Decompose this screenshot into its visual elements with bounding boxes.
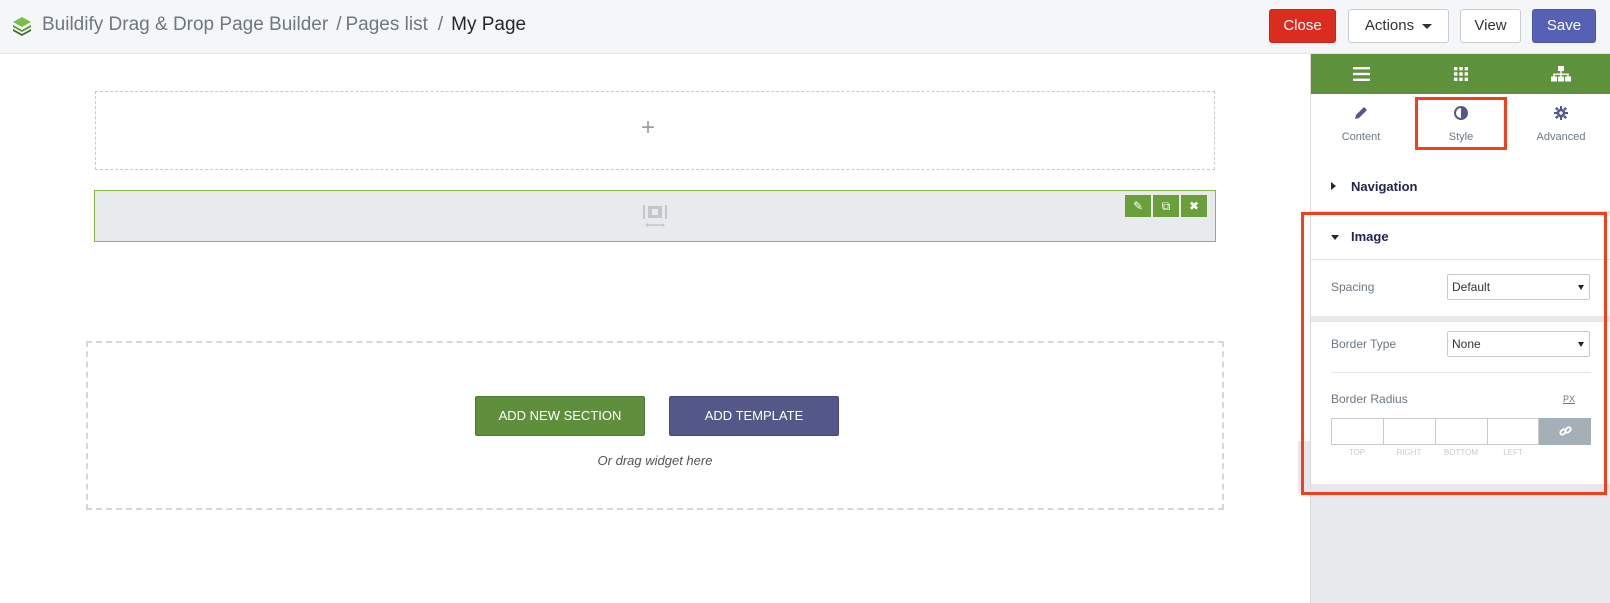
close-button[interactable]: Close <box>1269 9 1336 43</box>
selected-section[interactable]: ✎ ⧉ ✖ <box>94 190 1216 242</box>
add-section-placeholder[interactable]: + <box>95 91 1215 170</box>
edit-icon[interactable]: ✎ <box>1125 195 1151 217</box>
widgets-grid-icon[interactable] <box>1411 54 1511 94</box>
navigator-sitemap-icon[interactable] <box>1511 54 1610 94</box>
plus-icon[interactable]: + <box>641 114 655 142</box>
app-title-link[interactable]: Buildify Drag & Drop Page Builder <box>42 14 328 36</box>
breadcrumb-separator: / <box>336 14 342 35</box>
delete-icon[interactable]: ✖ <box>1181 195 1207 217</box>
drop-zone[interactable]: ADD NEW SECTION ADD TEMPLATE Or drag wid… <box>86 341 1224 510</box>
buildify-logo-icon <box>13 17 31 36</box>
image-section-highlight <box>1301 212 1607 495</box>
save-button[interactable]: Save <box>1532 9 1596 43</box>
tab-advanced-label: Advanced <box>1536 131 1586 143</box>
section-toolbar: ✎ ⧉ ✖ <box>1125 195 1207 217</box>
top-bar: Buildify Drag & Drop Page Builder / Pages … <box>0 0 1610 54</box>
add-new-section-button[interactable]: ADD NEW SECTION <box>475 396 645 436</box>
tab-content-label: Content <box>1341 131 1381 143</box>
breadcrumb: Buildify Drag & Drop Page Builder / Pages … <box>42 14 526 36</box>
page-title: My Page <box>451 14 527 35</box>
navigation-title: Navigation <box>1351 179 1418 194</box>
panel-top-bar <box>1311 54 1610 94</box>
caret-right-icon <box>1331 182 1336 190</box>
duplicate-icon[interactable]: ⧉ <box>1153 195 1179 217</box>
gear-icon <box>1554 106 1568 120</box>
add-template-button[interactable]: ADD TEMPLATE <box>669 396 839 436</box>
image-widget-placeholder-icon <box>643 205 667 227</box>
view-button[interactable]: View <box>1460 9 1521 43</box>
tab-advanced[interactable]: Advanced <box>1511 106 1610 156</box>
tab-content[interactable]: Content <box>1311 106 1411 156</box>
caret-down-icon <box>1422 23 1433 29</box>
style-tab-highlight <box>1415 97 1507 150</box>
pencil-icon <box>1355 107 1367 119</box>
navigation-section-header[interactable]: Navigation <box>1311 162 1610 212</box>
drag-hint-text: Or drag widget here <box>597 453 713 468</box>
menu-icon[interactable] <box>1311 54 1411 94</box>
actions-dropdown-button[interactable]: Actions <box>1348 9 1449 43</box>
pages-list-link[interactable]: Pages list <box>345 14 427 36</box>
actions-label: Actions <box>1364 17 1415 34</box>
breadcrumb-separator: / <box>437 14 444 35</box>
